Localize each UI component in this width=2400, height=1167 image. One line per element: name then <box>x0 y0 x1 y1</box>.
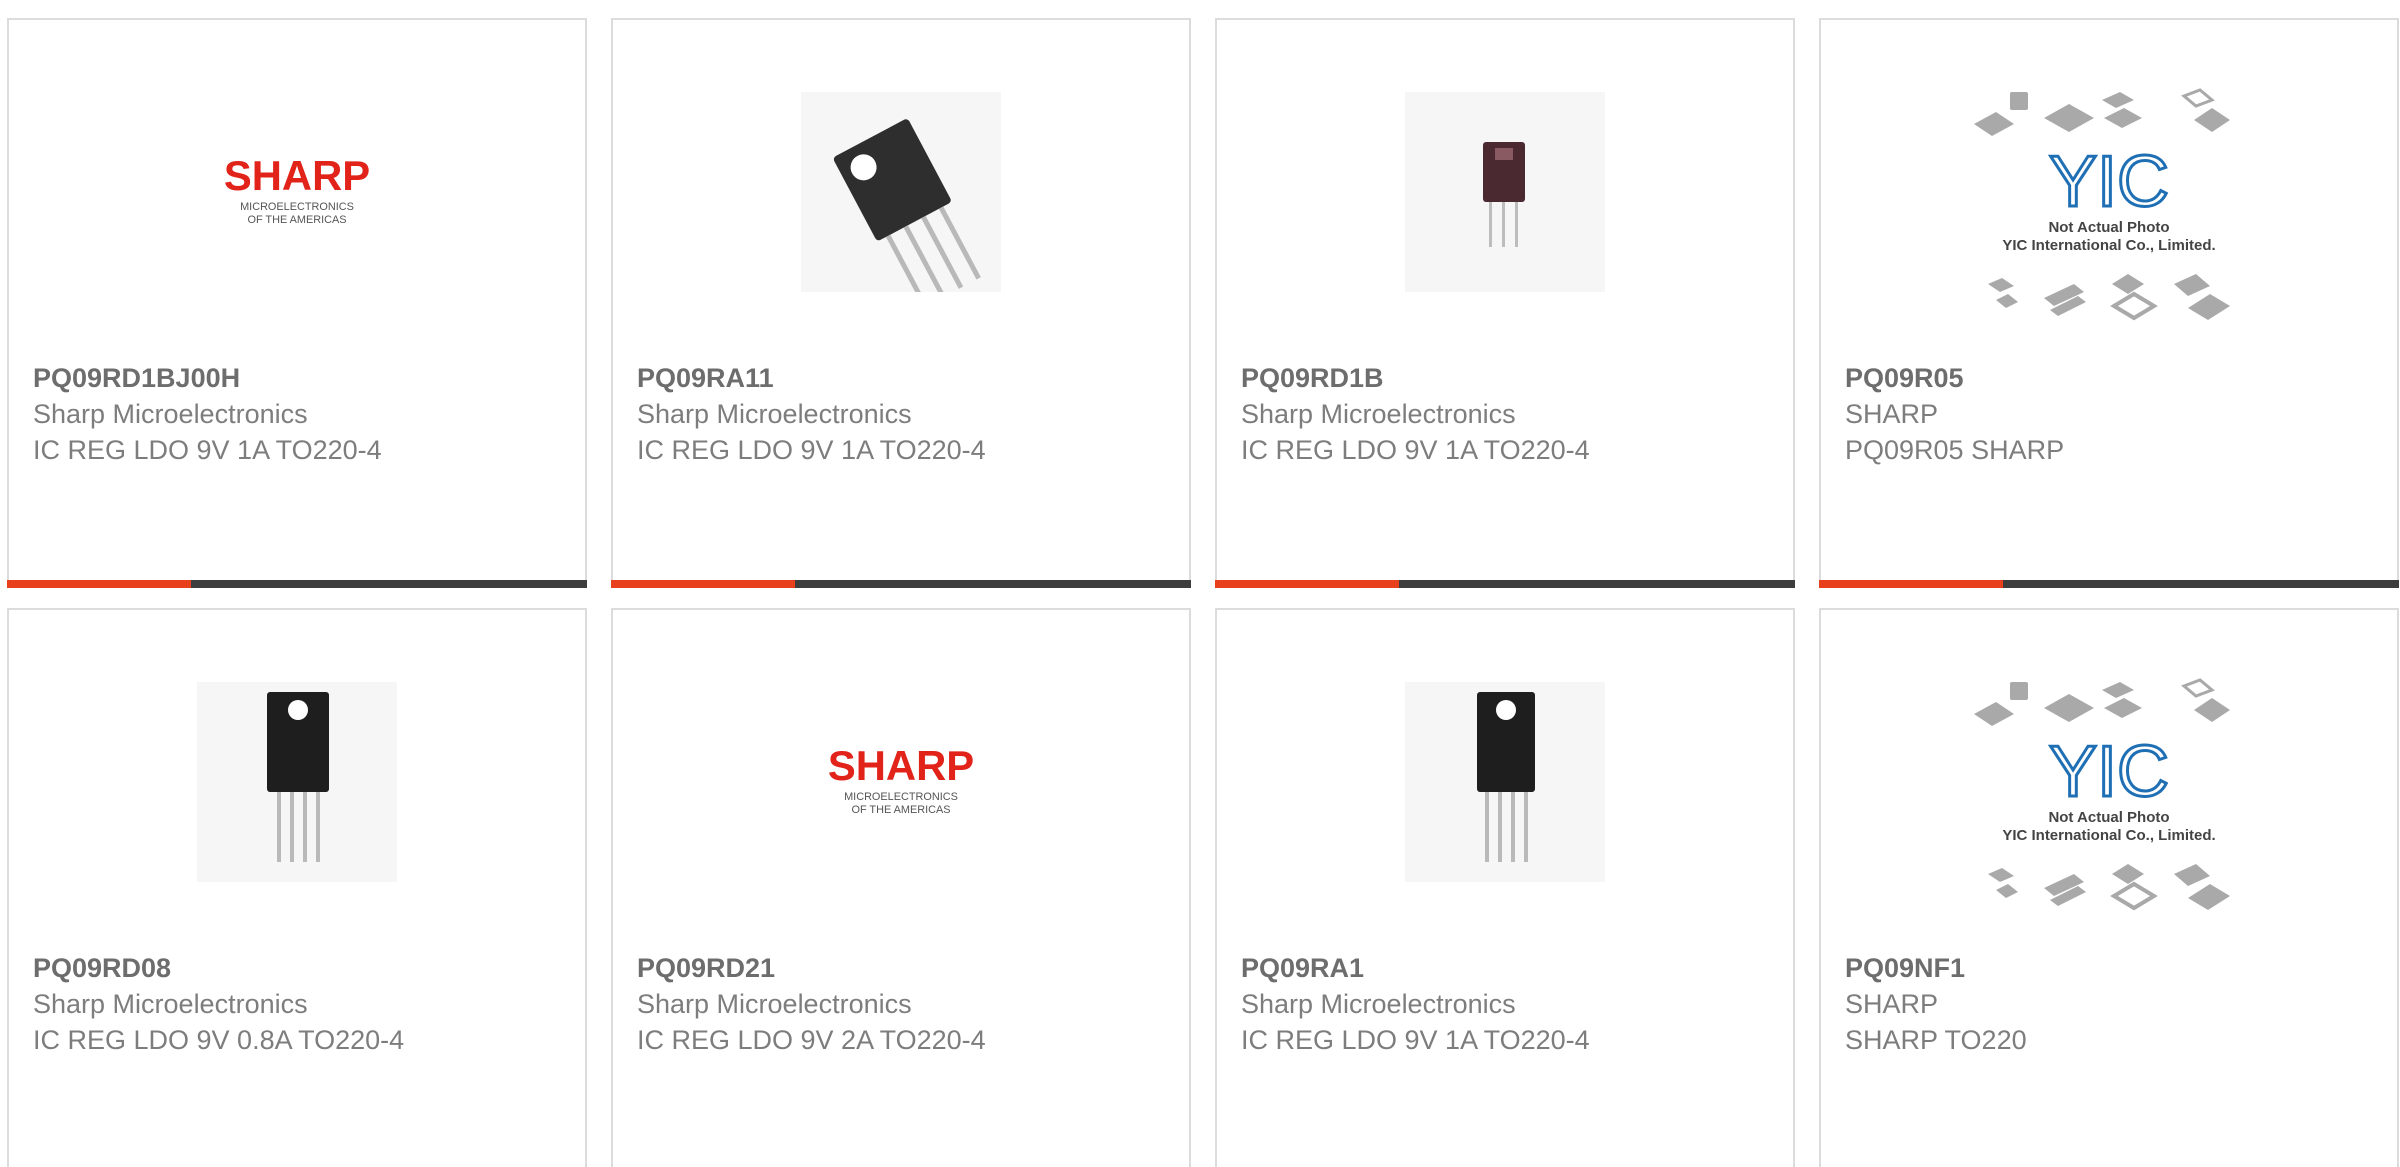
yic-brand: YIC <box>2049 142 2169 222</box>
placeholder-line1: Not Actual Photo <box>2048 219 2169 236</box>
card-bottom-bar <box>1819 580 2399 588</box>
description: IC REG LDO 9V 1A TO220-4 <box>637 435 986 465</box>
sharp-logo-brand: SHARP <box>828 742 974 789</box>
product-image[interactable] <box>1405 682 1605 882</box>
part-number[interactable]: PQ09RA11 <box>637 360 1165 396</box>
card-bottom-bar <box>611 580 1191 588</box>
sharp-logo-line2: OF THE AMERICAS <box>851 804 950 816</box>
card-bottom-bar <box>1215 580 1795 588</box>
product-card[interactable]: PQ09RA1 Sharp Microelectronics IC REG LD… <box>1215 608 1795 1167</box>
manufacturer: Sharp Microelectronics <box>1241 989 1516 1019</box>
part-number[interactable]: PQ09RD1BJ00H <box>33 360 561 396</box>
part-number[interactable]: PQ09RD1B <box>1241 360 1769 396</box>
card-accent <box>7 580 191 588</box>
description: IC REG LDO 9V 1A TO220-4 <box>1241 435 1590 465</box>
product-card[interactable]: YIC Not Actual Photo YIC International C… <box>1819 608 2399 1167</box>
card-bottom-bar <box>7 580 587 588</box>
manufacturer: SHARP <box>1845 399 1939 429</box>
sharp-logo-image: SHARP MICROELECTRONICS OF THE AMERICAS <box>224 152 370 226</box>
yic-brand: YIC <box>2049 732 2169 812</box>
product-card[interactable]: PQ09RD08 Sharp Microelectronics IC REG L… <box>7 608 587 1167</box>
product-image[interactable]: SHARP MICROELECTRONICS OF THE AMERICAS <box>801 682 1001 882</box>
sharp-logo-line1: MICROELECTRONICS <box>240 201 354 213</box>
sharp-logo-line1: MICROELECTRONICS <box>844 791 958 803</box>
description: IC REG LDO 9V 2A TO220-4 <box>637 1025 986 1055</box>
manufacturer: SHARP <box>1845 989 1939 1019</box>
sharp-logo-image: SHARP MICROELECTRONICS OF THE AMERICAS <box>828 742 974 816</box>
sharp-logo-brand: SHARP <box>224 152 370 199</box>
description: PQ09R05 SHARP <box>1845 435 2065 465</box>
product-card[interactable]: SHARP MICROELECTRONICS OF THE AMERICAS P… <box>7 18 587 588</box>
placeholder-line2: YIC International Co., Limited. <box>2002 237 2215 254</box>
product-card[interactable]: PQ09RA11 Sharp Microelectronics IC REG L… <box>611 18 1191 588</box>
description: IC REG LDO 9V 0.8A TO220-4 <box>33 1025 405 1055</box>
description: IC REG LDO 9V 1A TO220-4 <box>33 435 382 465</box>
description: IC REG LDO 9V 1A TO220-4 <box>1241 1025 1590 1055</box>
product-grid: SHARP MICROELECTRONICS OF THE AMERICAS P… <box>0 0 2400 1167</box>
manufacturer: Sharp Microelectronics <box>637 989 912 1019</box>
card-accent <box>1215 580 1399 588</box>
product-image[interactable] <box>1405 92 1605 292</box>
product-image[interactable]: YIC Not Actual Photo YIC International C… <box>1974 678 2244 911</box>
product-image[interactable]: YIC Not Actual Photo YIC International C… <box>1974 88 2244 321</box>
manufacturer: Sharp Microelectronics <box>33 399 308 429</box>
manufacturer: Sharp Microelectronics <box>637 399 912 429</box>
yic-placeholder-image: YIC Not Actual Photo YIC International C… <box>1974 88 2230 321</box>
to220-angled-photo <box>801 92 1001 292</box>
placeholder-line1: Not Actual Photo <box>2048 809 2169 826</box>
to220-front-photo <box>197 682 397 882</box>
product-image[interactable]: SHARP MICROELECTRONICS OF THE AMERICAS <box>197 92 397 292</box>
manufacturer: Sharp Microelectronics <box>1241 399 1516 429</box>
sharp-logo-line2: OF THE AMERICAS <box>247 214 346 226</box>
product-image[interactable] <box>801 92 1001 292</box>
yic-placeholder-image: YIC Not Actual Photo YIC International C… <box>1974 678 2230 911</box>
product-card[interactable]: PQ09RD1B Sharp Microelectronics IC REG L… <box>1215 18 1795 588</box>
card-accent <box>611 580 795 588</box>
part-number[interactable]: PQ09RA1 <box>1241 950 1769 986</box>
placeholder-line2: YIC International Co., Limited. <box>2002 827 2215 844</box>
part-number[interactable]: PQ09NF1 <box>1845 950 2373 986</box>
product-card[interactable]: SHARP MICROELECTRONICS OF THE AMERICAS P… <box>611 608 1191 1167</box>
manufacturer: Sharp Microelectronics <box>33 989 308 1019</box>
part-number[interactable]: PQ09RD21 <box>637 950 1165 986</box>
part-number[interactable]: PQ09R05 <box>1845 360 2373 396</box>
to220-front-photo <box>1405 682 1605 882</box>
part-number[interactable]: PQ09RD08 <box>33 950 561 986</box>
product-image[interactable] <box>197 682 397 882</box>
card-accent <box>1819 580 2003 588</box>
product-card[interactable]: YIC Not Actual Photo YIC International C… <box>1819 18 2399 588</box>
to220-small-photo <box>1405 92 1605 292</box>
description: SHARP TO220 <box>1845 1025 2027 1055</box>
